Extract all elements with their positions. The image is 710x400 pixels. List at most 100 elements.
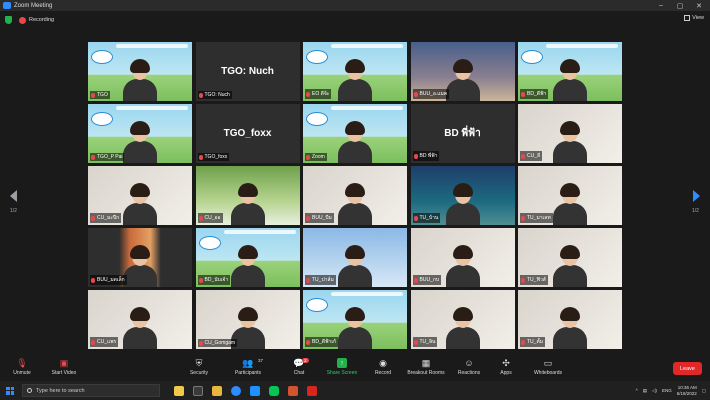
participant-name-tag: TU_ปาล์ม [305, 275, 336, 285]
participant-tile[interactable]: CU_ลี [518, 104, 622, 163]
zoom-taskbar-icon[interactable] [231, 385, 241, 396]
edge-browser-icon[interactable] [250, 385, 260, 396]
participant-video [553, 245, 587, 287]
sponsor-logo-strip [331, 292, 403, 296]
participant-video [338, 307, 372, 349]
next-page-arrow-icon[interactable] [693, 190, 700, 202]
participant-video [553, 307, 587, 349]
participant-name: CU_Gomgam [204, 340, 236, 346]
participant-tile[interactable]: CU_ออ [195, 166, 300, 225]
participant-tile[interactable]: BD_ดีฟ้าเก้ [303, 290, 407, 349]
participant-tile[interactable]: Zoom [303, 104, 407, 163]
participants-button[interactable]: 👥 37 Participants [226, 358, 270, 377]
participant-tile[interactable]: TU_มาเลท [518, 166, 622, 225]
apps-button[interactable]: ✣ Apps [484, 358, 528, 377]
windows-taskbar: Type here to search ^ ▤ ◁) ENG 10:36 AM … [0, 381, 710, 400]
task-view-icon[interactable] [193, 385, 203, 396]
participant-tile[interactable]: TU_ลิน [410, 290, 515, 349]
previous-page-arrow-icon[interactable] [10, 190, 17, 202]
whiteboards-label: Whiteboards [533, 370, 563, 376]
sponsor-logo-strip [331, 106, 403, 110]
participant-tile[interactable]: BD พี่ฟ้า BD พี่ฟ้า [410, 104, 515, 163]
shield-icon[interactable] [5, 16, 12, 24]
microphone-muted-icon [306, 91, 310, 97]
powerpoint-icon[interactable] [288, 385, 298, 396]
participant-tile[interactable]: BUU_กบ [410, 228, 515, 287]
acrobat-icon[interactable] [307, 385, 317, 396]
network-icon[interactable]: ▤ [643, 388, 647, 394]
microphone-muted-icon [413, 339, 418, 345]
participant-tile[interactable]: TU_บ้าน [410, 166, 515, 225]
participant-tile[interactable]: TGO_foxx TGO_foxx [195, 104, 300, 163]
participant-video [123, 183, 157, 225]
participant-name-tag: Zoom [305, 153, 327, 161]
participant-name: BD_ดีฟ้าเก้ [312, 339, 337, 345]
participant-tile[interactable]: CU_แพร [88, 290, 192, 349]
unmute-button[interactable]: 🎙 Unmute [0, 358, 44, 377]
language-indicator[interactable]: ENG [662, 388, 672, 393]
start-video-button[interactable]: ▣ Start Video [42, 357, 86, 377]
gen-c-climate-logo-icon [306, 298, 328, 312]
participant-name-tag: TU_ตั้ม [520, 337, 545, 347]
participant-tile[interactable]: BUU_บีม [303, 166, 407, 225]
participant-tile[interactable]: TU_ปาล์ม [303, 228, 407, 287]
gen-c-climate-logo-icon [198, 236, 221, 250]
whiteboards-button[interactable]: ▭ Whiteboards [526, 358, 570, 377]
participant-name: Zoom [312, 154, 325, 160]
share-screen-icon: ↑ [337, 358, 347, 368]
view-button[interactable]: View [684, 15, 704, 21]
maximize-icon[interactable]: ▢ [671, 0, 689, 11]
volume-icon[interactable]: ◁) [652, 388, 657, 394]
recording-icon[interactable] [19, 16, 26, 24]
microphone-muted-icon [91, 215, 95, 221]
participant-tile[interactable]: CU_Gomgam [195, 290, 300, 349]
line-app-icon[interactable] [269, 385, 279, 396]
participant-tile[interactable]: CU_มะปีก [88, 166, 192, 225]
security-button[interactable]: ⛨ Security [177, 358, 221, 377]
participant-name-tag: CU_มะปีก [90, 213, 122, 223]
tray-chevron-icon[interactable]: ^ [636, 388, 638, 393]
microphone-muted-icon [521, 215, 525, 221]
windows-start-icon[interactable] [6, 386, 14, 395]
participant-tile[interactable]: BUU_มดเล็ก [88, 228, 192, 287]
chat-badge: 2 [302, 358, 309, 363]
participant-tile[interactable]: TU_ตั้ม [518, 290, 622, 349]
breakout-rooms-button[interactable]: ▦ Breakout Rooms [404, 357, 448, 377]
video-off-icon: ▣ [59, 357, 69, 368]
breakout-rooms-icon: ▦ [421, 357, 431, 368]
participant-tile[interactable]: TGO: Nuch TGO: Nuch [195, 42, 300, 101]
leave-button[interactable]: Leave [673, 362, 702, 375]
microphone-muted-icon [521, 339, 525, 345]
minimize-icon[interactable]: – [652, 0, 670, 11]
participant-video [553, 59, 587, 101]
chat-button[interactable]: 💬 2 Chat [277, 358, 321, 376]
share-screen-button[interactable]: ↑ Share Screen [320, 358, 364, 376]
participant-tile[interactable]: TGO_P Pai [88, 104, 192, 163]
file-explorer-icon[interactable] [212, 385, 222, 396]
microphone-muted-icon [521, 91, 525, 97]
participant-tile[interactable]: EO ดีจ้ะ [303, 42, 407, 101]
participant-name: CU_แพร [97, 339, 117, 345]
taskbar-clock[interactable]: 10:36 AM 6/18/2022 [677, 385, 697, 397]
record-button[interactable]: ◉ Record [361, 358, 405, 377]
participant-name: CU_ออ [204, 215, 221, 221]
page-indicator-left: 1/2 [10, 208, 17, 214]
close-icon[interactable]: ✕ [690, 0, 708, 11]
cortana-app-icon[interactable] [174, 385, 184, 396]
participant-tile[interactable]: TU_ฟิวส์ [518, 228, 622, 287]
microphone-muted-icon [413, 215, 418, 221]
participant-tile[interactable]: BD_ดีฟ้า [518, 42, 622, 101]
notifications-icon[interactable]: ▢ [702, 388, 706, 394]
microphone-muted-icon [413, 91, 418, 97]
participant-tile[interactable]: BD_นับเจ้า [195, 228, 300, 287]
participant-video [123, 245, 157, 287]
microphone-muted-icon [198, 340, 203, 346]
participant-name-tag: TU_ลิน [412, 337, 438, 347]
taskbar-search-box[interactable]: Type here to search [22, 384, 160, 397]
participant-name: BUU_กบ [419, 277, 440, 283]
sponsor-logo-strip [546, 44, 618, 48]
participant-tile[interactable]: TGO [88, 42, 192, 101]
participant-tile[interactable]: BUU_อ.แมค [410, 42, 515, 101]
participant-video [445, 245, 480, 287]
participant-video [230, 183, 265, 225]
